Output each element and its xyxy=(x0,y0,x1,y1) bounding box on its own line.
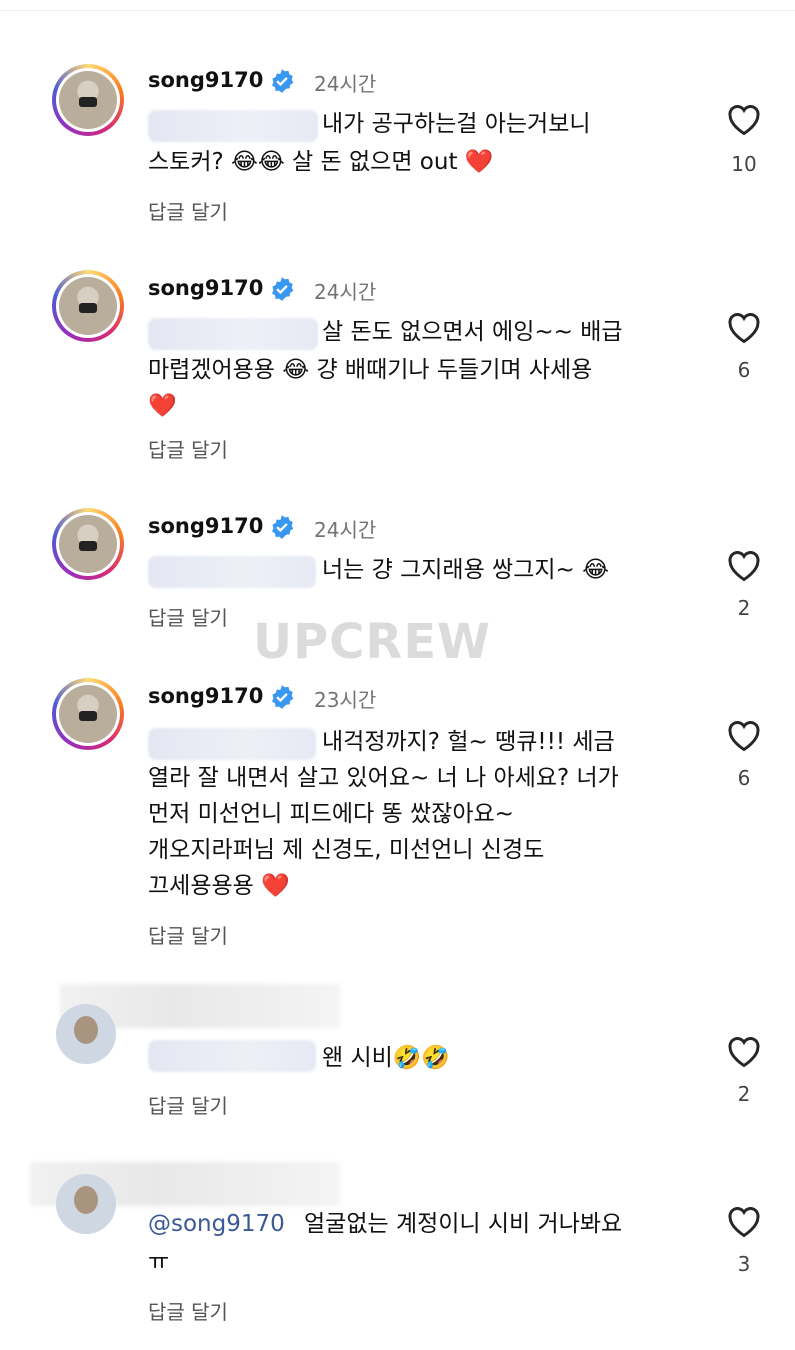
avatar[interactable] xyxy=(52,678,124,750)
comment-text-line: 끄세용용용 ❤️ xyxy=(148,873,290,899)
comment-text-line: 먼저 미선언니 피드에다 똥 쌌잖아요~ xyxy=(148,801,514,827)
blurred-mention xyxy=(148,318,318,350)
blurred-mention xyxy=(148,110,318,142)
comment-text-line: 스토커? 😂😂 살 돈 없으면 out ❤️ xyxy=(148,149,494,175)
comment-time: 23시간 xyxy=(314,688,377,712)
comment-time: 24시간 xyxy=(314,280,377,304)
comment-text-line: ❤️ xyxy=(148,393,177,419)
like-count: 10 xyxy=(731,152,757,176)
like-heart-icon[interactable] xyxy=(724,546,764,582)
like-count: 6 xyxy=(737,766,751,790)
avatar[interactable] xyxy=(52,64,124,136)
blurred-mention xyxy=(148,1040,316,1072)
like-heart-icon[interactable] xyxy=(724,308,764,344)
comment-text-line: 열라 잘 내면서 살고 있어요~ 너 나 아세요? 너가 xyxy=(148,765,619,791)
comment-text-line: 왠 시비🤣🤣 xyxy=(322,1045,451,1071)
like-heart-icon[interactable] xyxy=(724,1202,764,1238)
comment-text-line: 개오지라퍼님 제 신경도, 미선언니 신경도 xyxy=(148,837,545,863)
like-count: 2 xyxy=(737,1082,751,1106)
reply-button[interactable]: 답글 달기 xyxy=(148,920,228,949)
like-heart-icon[interactable] xyxy=(724,716,764,752)
like-count: 3 xyxy=(737,1252,751,1276)
username[interactable]: song9170 xyxy=(148,684,263,708)
like-heart-icon[interactable] xyxy=(724,1032,764,1068)
verified-badge-icon xyxy=(272,685,294,709)
verified-badge-icon xyxy=(272,277,294,301)
verified-badge-icon xyxy=(272,515,294,539)
like-count: 2 xyxy=(737,596,751,620)
comment-text-line: ㅠ xyxy=(148,1249,170,1275)
like-heart-icon[interactable] xyxy=(724,100,764,136)
comment-text-line: 내가 공구하는걸 아는거보니 xyxy=(322,111,591,137)
username[interactable]: song9170 xyxy=(148,514,263,538)
reply-button[interactable]: 답글 달기 xyxy=(148,602,228,631)
comment-text-line: 너는 걍 그지래용 쌍그지~ 😂 xyxy=(322,557,609,583)
reply-button[interactable]: 답글 달기 xyxy=(148,196,228,225)
avatar[interactable] xyxy=(52,270,124,342)
username[interactable]: song9170 xyxy=(148,276,263,300)
top-divider xyxy=(0,0,795,11)
blurred-mention xyxy=(148,556,316,588)
reply-button[interactable]: 답글 달기 xyxy=(148,1090,228,1119)
reply-button[interactable]: 답글 달기 xyxy=(148,1296,228,1325)
comment-text-line: 얼굴없는 계정이니 시비 거나봐요 xyxy=(304,1211,623,1237)
comment-text-line: 살 돈도 없으면서 에잉~~ 배급 xyxy=(322,319,623,345)
watermark: UPCREW xyxy=(252,614,492,670)
mention-link[interactable]: @song9170 xyxy=(148,1206,285,1242)
avatar[interactable] xyxy=(56,1174,116,1234)
comment-time: 24시간 xyxy=(314,72,377,96)
comment-text-line: 내걱정까지? 헐~ 땡큐!!! 세금 xyxy=(322,729,615,755)
username[interactable]: song9170 xyxy=(148,68,263,92)
blurred-mention xyxy=(148,728,316,760)
comment-time: 24시간 xyxy=(314,518,377,542)
reply-button[interactable]: 답글 달기 xyxy=(148,434,228,463)
avatar[interactable] xyxy=(52,508,124,580)
like-count: 6 xyxy=(737,358,751,382)
verified-badge-icon xyxy=(272,69,294,93)
avatar[interactable] xyxy=(56,1004,116,1064)
comment-text-line: 마렵겠어용용 😂 걍 배때기나 두들기며 사세용 xyxy=(148,357,593,383)
